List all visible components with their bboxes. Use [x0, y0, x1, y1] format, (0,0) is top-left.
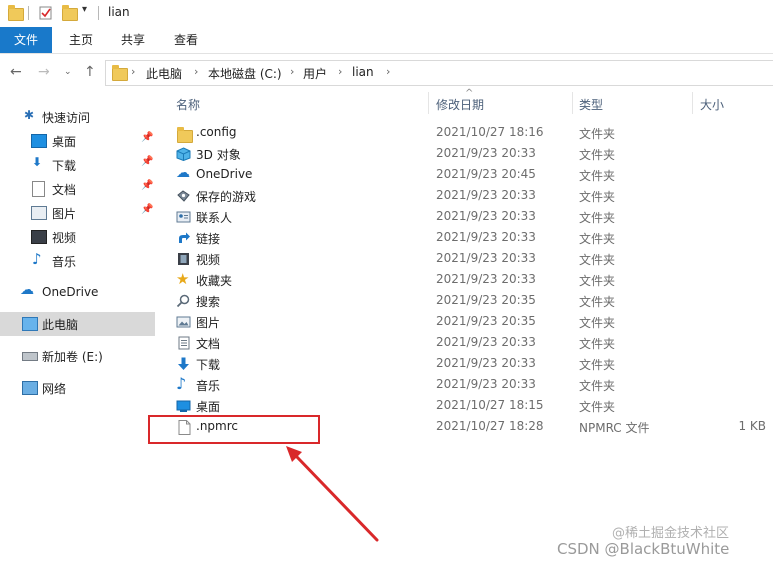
watermark: CSDN @BlackBtuWhite: [557, 540, 730, 558]
watermark-sub: @稀土掘金技术社区: [612, 526, 730, 541]
annotation-arrow-icon: [286, 446, 379, 542]
